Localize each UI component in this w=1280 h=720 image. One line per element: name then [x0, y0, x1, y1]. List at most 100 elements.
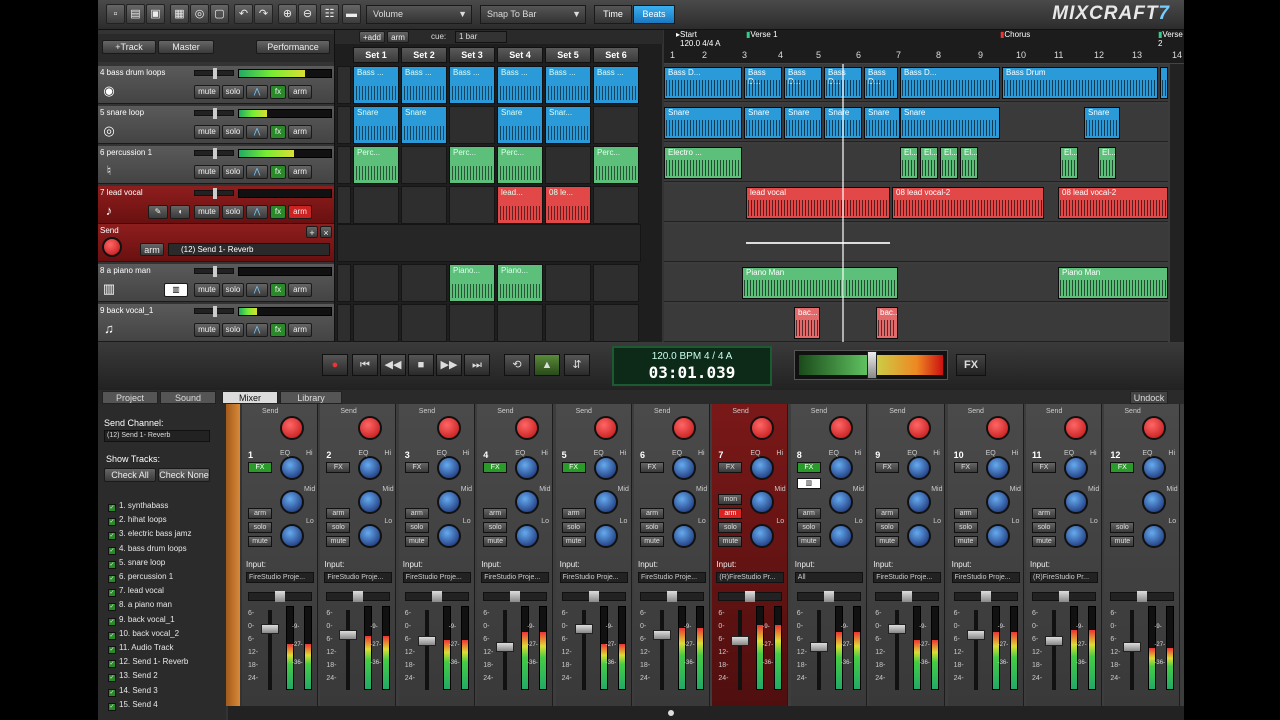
timeline-clip[interactable]: lead vocal	[746, 187, 890, 219]
strip-fx-button[interactable]: FX	[640, 462, 664, 473]
track-checkbox[interactable]: ✓ 14. Send 3	[108, 685, 158, 697]
track-fx-button[interactable]: fx	[270, 125, 286, 139]
time-toggle[interactable]: Time	[594, 5, 632, 24]
track-solo-button[interactable]: solo	[222, 323, 244, 337]
launcher-clip[interactable]: Snare	[497, 106, 543, 144]
track-fx-button[interactable]: fx	[270, 205, 286, 219]
strip-solo-button[interactable]: solo	[561, 522, 586, 533]
mixer-view-icon[interactable]: ☷	[320, 4, 339, 24]
launcher-clip[interactable]: Bass ...	[353, 66, 399, 104]
strip-solo-button[interactable]: solo	[875, 522, 900, 533]
eq-mid-knob[interactable]	[1064, 490, 1088, 514]
volume-dropdown[interactable]: Volume ▼	[366, 5, 472, 24]
timeline-clip[interactable]	[1160, 67, 1168, 99]
record-mode-icon[interactable]: ◎	[190, 4, 209, 24]
fader-handle[interactable]	[966, 630, 985, 640]
track-name[interactable]: 8 a piano man	[100, 266, 151, 275]
eq-lo-knob[interactable]	[280, 524, 304, 548]
launcher-empty-slot[interactable]	[593, 186, 639, 224]
strip-arm-button[interactable]: arm	[561, 508, 586, 519]
timeline-clip[interactable]: El...	[940, 147, 958, 179]
track-volume-slider[interactable]	[194, 188, 234, 199]
launcher-empty-slot[interactable]	[353, 304, 399, 342]
undock-button[interactable]: Undock	[1130, 391, 1168, 404]
tab-sound[interactable]: Sound	[160, 391, 216, 404]
launcher-empty-slot[interactable]	[593, 106, 639, 144]
track-name[interactable]: 6 percussion 1	[100, 148, 152, 157]
track-solo-button[interactable]: solo	[222, 205, 244, 219]
eq-lo-knob[interactable]	[1064, 524, 1088, 548]
track-solo-button[interactable]: solo	[222, 283, 244, 297]
launcher-empty-slot[interactable]	[401, 264, 447, 302]
timeline-clip[interactable]: El...	[1060, 147, 1078, 179]
launcher-clip[interactable]: Bass ...	[401, 66, 447, 104]
performance-button[interactable]: Performance	[256, 40, 330, 54]
pan-slider[interactable]	[875, 591, 940, 602]
fader-handle[interactable]	[653, 630, 671, 640]
redo-icon[interactable]: ↷	[254, 4, 273, 24]
strip-solo-button[interactable]: solo	[1032, 522, 1056, 533]
track-fx-button[interactable]: fx	[270, 323, 286, 337]
scroll-thumb[interactable]	[668, 710, 674, 716]
track-automation-icon[interactable]: ⋀	[246, 205, 268, 219]
timeline-clip[interactable]: bac...	[794, 307, 820, 339]
track-arm-button[interactable]: arm	[288, 205, 312, 219]
volume-fader[interactable]	[339, 610, 358, 690]
cut-icon[interactable]: ▢	[210, 4, 229, 24]
input-dropdown[interactable]: FireStudio Proje...	[559, 572, 628, 583]
track-checkbox[interactable]: ✓ 7. lead vocal	[108, 585, 164, 598]
checkbox-icon[interactable]: ✓	[108, 546, 116, 555]
fast-forward-button[interactable]: ▶▶	[436, 354, 462, 376]
tab-mixer[interactable]: Mixer	[222, 391, 278, 404]
eq-mid-knob[interactable]	[1142, 490, 1167, 514]
playhead[interactable]	[842, 64, 844, 342]
strip-solo-button[interactable]: solo	[718, 522, 743, 533]
set-header[interactable]: Set 1	[353, 47, 399, 63]
launcher-clip[interactable]: Perc...	[353, 146, 399, 184]
strip-solo-button[interactable]: solo	[404, 522, 429, 533]
input-dropdown[interactable]: FireStudio Proje...	[873, 572, 942, 583]
track-volume-slider[interactable]	[194, 148, 234, 159]
checkbox-icon[interactable]: ✓	[108, 631, 116, 640]
pan-slider[interactable]	[561, 591, 626, 602]
timeline-clip[interactable]: El...	[960, 147, 978, 179]
volume-fader[interactable]	[261, 610, 279, 690]
new-file-icon[interactable]: ▫	[106, 4, 125, 24]
eq-mid-knob[interactable]	[358, 490, 383, 514]
track-automation-icon[interactable]: ⋀	[246, 323, 268, 337]
loop-button[interactable]: ⟲	[504, 354, 530, 376]
strip-arm-button[interactable]: arm	[483, 508, 508, 519]
send-knob[interactable]	[102, 237, 122, 257]
strip-mute-button[interactable]: mute	[561, 536, 586, 547]
fader-handle[interactable]	[809, 642, 828, 652]
set-header[interactable]: Set 2	[401, 47, 447, 63]
snap-dropdown[interactable]: Snap To Bar ▼	[480, 5, 586, 24]
go-to-end-button[interactable]: ⏭	[464, 354, 490, 376]
strip-mute-button[interactable]: mute	[248, 536, 272, 547]
eq-mid-knob[interactable]	[985, 490, 1010, 514]
strip-fx-button[interactable]: FX	[248, 462, 272, 473]
launcher-clip[interactable]: lead...	[497, 186, 543, 224]
strip-fx-button[interactable]: FX	[953, 462, 978, 473]
track-arm-button[interactable]: arm	[288, 323, 312, 337]
eq-mid-knob[interactable]	[828, 490, 853, 514]
pan-handle[interactable]	[902, 591, 913, 602]
launcher-clip[interactable]: Snare	[401, 106, 447, 144]
eq-hi-knob[interactable]	[436, 456, 461, 480]
launcher-add-button[interactable]: +add	[359, 31, 385, 43]
pan-slider[interactable]	[326, 591, 391, 602]
track-row[interactable]: 9 back vocal_1 ♫ mute solo ⋀ fx arm	[98, 304, 334, 342]
eq-hi-knob[interactable]	[672, 456, 696, 480]
eq-hi-knob[interactable]	[515, 456, 540, 480]
pan-handle[interactable]	[745, 591, 756, 602]
strip-arm-button[interactable]: arm	[718, 508, 743, 519]
strip-solo-button[interactable]: solo	[796, 522, 821, 533]
slider-handle[interactable]	[213, 188, 217, 199]
save-icon[interactable]: ▦	[170, 4, 189, 24]
track-row[interactable]: 4 bass drum loops ◉ mute solo ⋀ fx arm	[98, 66, 334, 104]
track-row[interactable]: 6 percussion 1 ♮ mute solo ⋀ fx arm	[98, 146, 334, 184]
eq-hi-knob[interactable]	[1064, 456, 1088, 480]
send-arm-button[interactable]: arm	[140, 243, 164, 256]
stop-button[interactable]: ■	[408, 354, 434, 376]
set-header[interactable]: Set 5	[545, 47, 591, 63]
